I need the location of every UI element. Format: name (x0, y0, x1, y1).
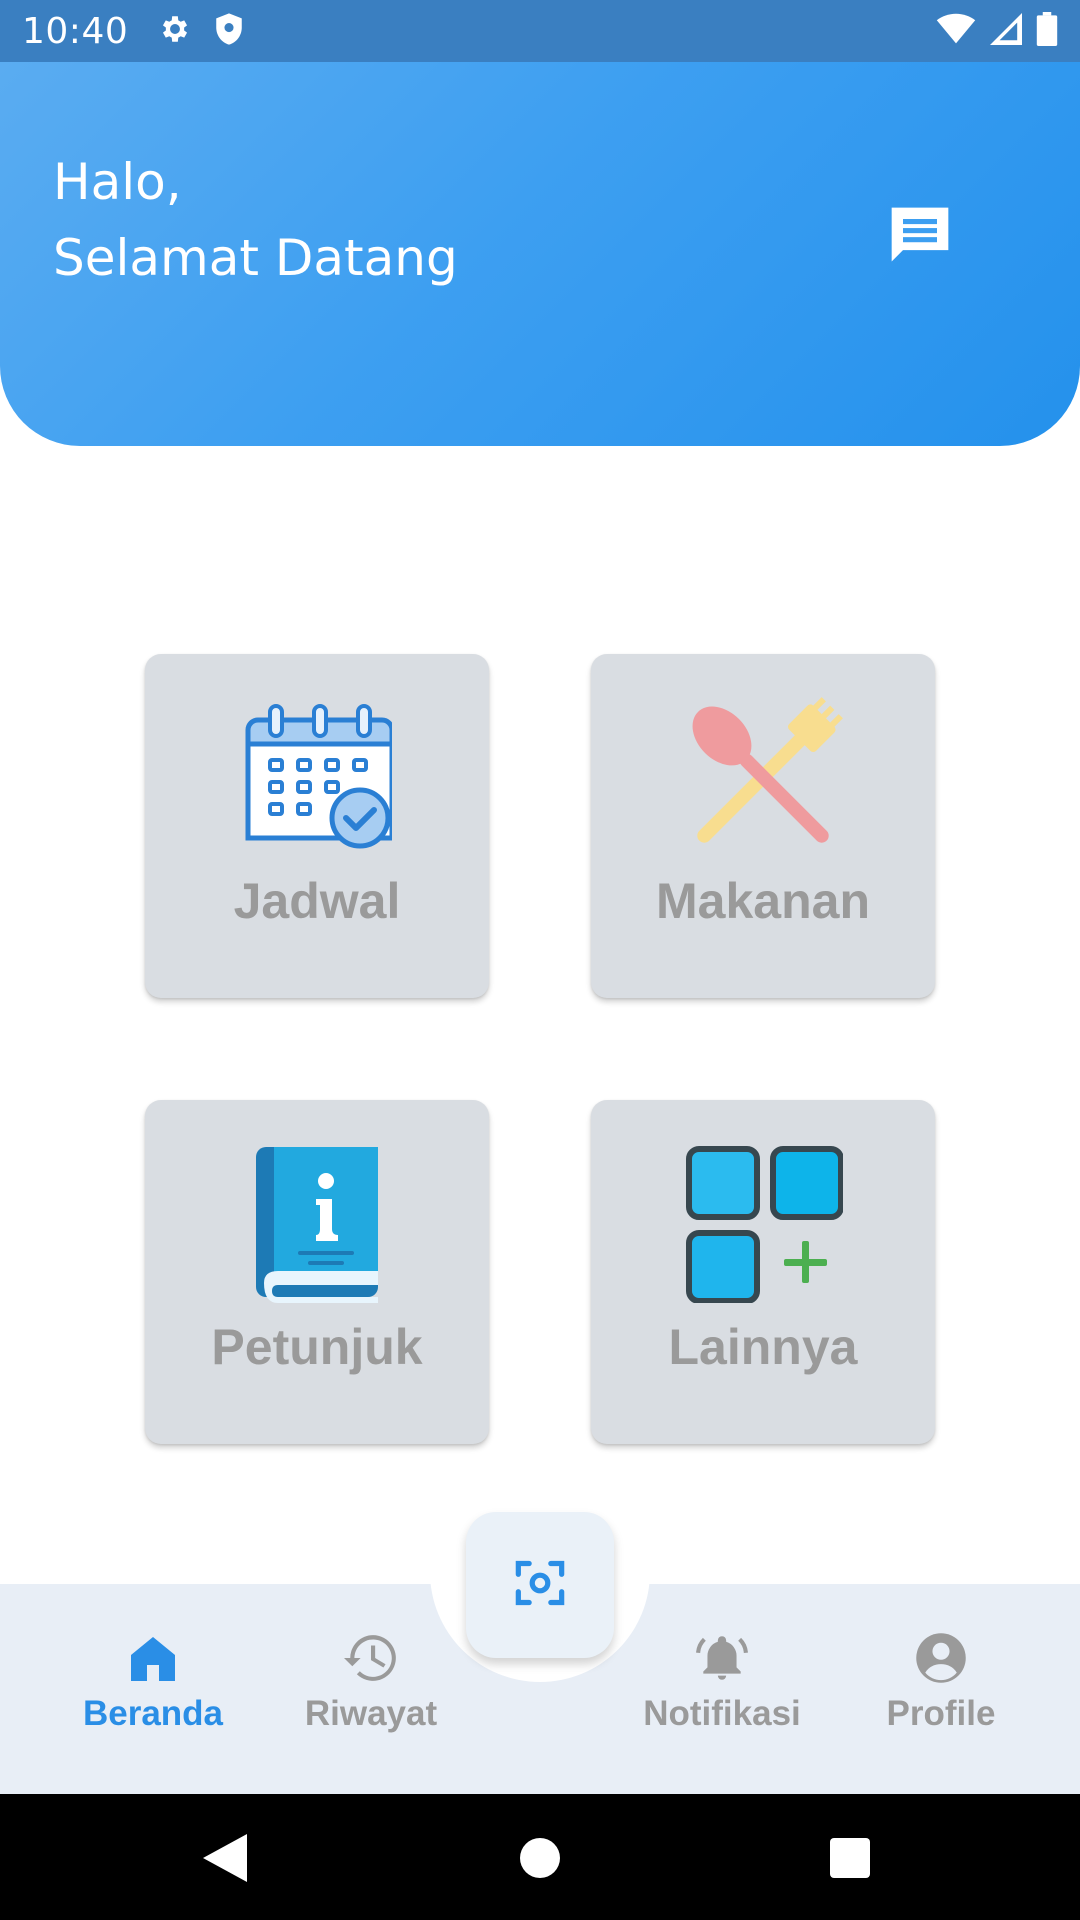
history-icon (343, 1630, 399, 1686)
menu-card-jadwal[interactable]: Jadwal (145, 654, 489, 998)
nav-item-profile[interactable]: Profile (831, 1630, 1051, 1734)
back-button[interactable] (195, 1830, 255, 1890)
nav-item-beranda[interactable]: Beranda (43, 1630, 263, 1734)
info-book-icon (232, 1138, 402, 1308)
status-left-icons (158, 12, 244, 51)
bell-icon (694, 1630, 750, 1686)
nav-item-notifikasi[interactable]: Notifikasi (612, 1630, 832, 1734)
menu-card-lainnya[interactable]: Lainnya (591, 1100, 935, 1444)
back-icon (203, 1833, 247, 1887)
recents-icon (830, 1837, 870, 1883)
home-icon (125, 1630, 181, 1686)
signal-icon (990, 12, 1022, 50)
status-bar: 10:40 (0, 0, 1080, 62)
menu-card-label: Lainnya (668, 1319, 858, 1375)
wifi-icon (936, 13, 976, 50)
system-navigation-bar (0, 1794, 1080, 1920)
nav-label: Profile (886, 1694, 996, 1733)
status-right-icons (936, 11, 1058, 51)
home-system-button[interactable] (510, 1830, 570, 1890)
recents-button[interactable] (820, 1830, 880, 1890)
nav-label: Notifikasi (643, 1694, 801, 1733)
menu-card-label: Jadwal (233, 873, 401, 929)
nav-label: Beranda (82, 1694, 224, 1733)
calendar-icon (232, 692, 402, 862)
apps-add-icon (678, 1138, 848, 1308)
battery-icon (1036, 11, 1058, 51)
scan-button[interactable] (466, 1512, 614, 1658)
menu-card-label: Makanan (656, 873, 870, 929)
shield-icon (214, 12, 244, 51)
header-banner: Halo, Selamat Datang (0, 62, 1080, 446)
scan-icon (514, 1557, 566, 1614)
greeting-line-2: Selamat Datang (53, 229, 458, 287)
home-circle-icon (520, 1837, 560, 1883)
menu-card-label: Petunjuk (211, 1319, 423, 1375)
greeting: Halo, Selamat Datang (53, 144, 458, 296)
menu-card-petunjuk[interactable]: Petunjuk (145, 1100, 489, 1444)
greeting-line-1: Halo, (53, 153, 182, 211)
chat-icon (885, 202, 955, 275)
chat-button[interactable] (880, 198, 960, 278)
spoon-fork-icon (678, 692, 848, 862)
account-icon (913, 1630, 969, 1686)
status-time: 10:40 (22, 10, 129, 52)
gear-icon (158, 12, 192, 51)
menu-card-makanan[interactable]: Makanan (591, 654, 935, 998)
nav-label: Riwayat (304, 1694, 438, 1733)
nav-item-riwayat[interactable]: Riwayat (261, 1630, 481, 1734)
